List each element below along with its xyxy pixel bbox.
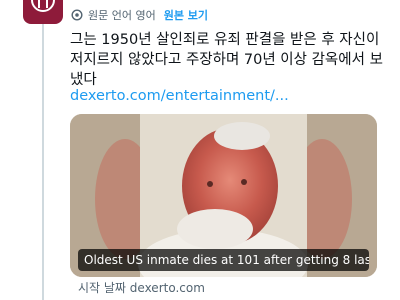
- card-caption: Oldest US inmate dies at 101 after getti…: [78, 249, 369, 271]
- tweet-link[interactable]: dexerto.com/entertainment/...: [70, 88, 289, 104]
- thread-line: [42, 24, 44, 300]
- show-original-link[interactable]: 원본 보기: [164, 7, 208, 23]
- tweet-text: 그는 1950년 살인죄로 유죄 판결을 받은 후 자신이 저지르지 않았다고 …: [70, 32, 383, 88]
- avatar-logo-icon: [31, 0, 55, 12]
- translation-source-language: 원문 언어 영어: [88, 9, 156, 22]
- link-preview-card[interactable]: Oldest US inmate dies at 101 after getti…: [70, 114, 377, 277]
- translate-gear-icon: [71, 9, 83, 21]
- avatar[interactable]: [23, 0, 63, 24]
- card-source[interactable]: 시작 날짜 dexerto.com: [78, 279, 205, 296]
- translation-bar: 원문 언어 영어 원본 보기: [70, 6, 208, 24]
